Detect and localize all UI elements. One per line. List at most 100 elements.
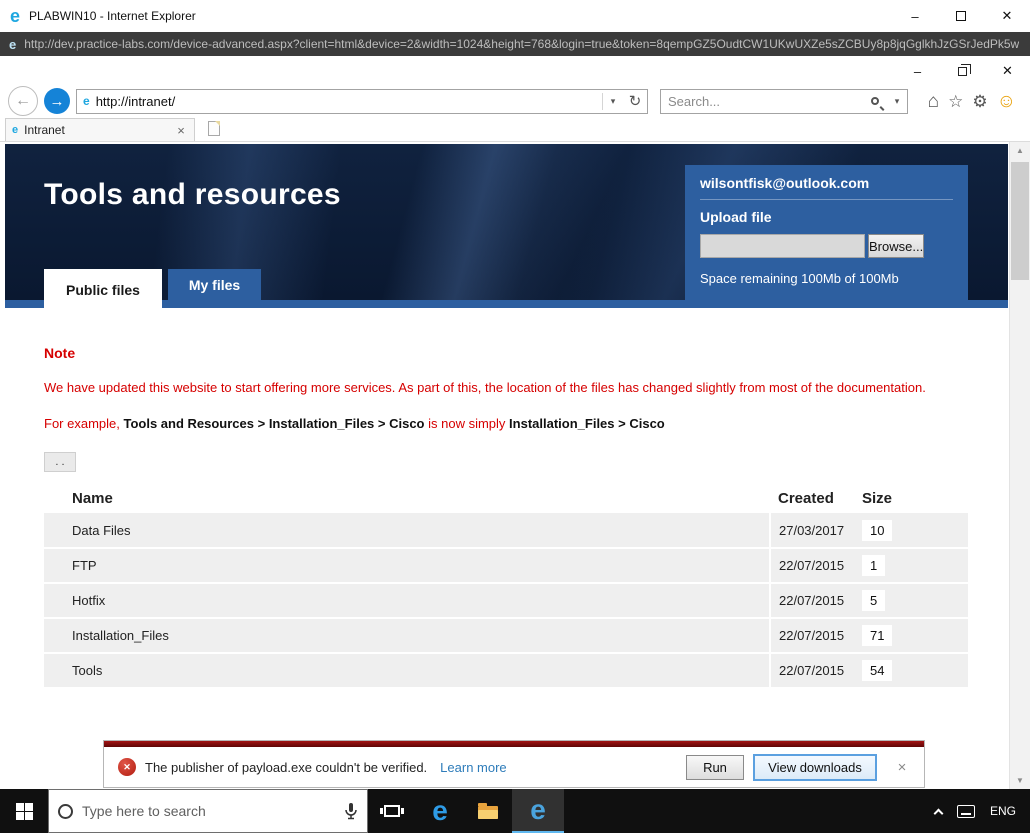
tab-public-files[interactable]: Public files xyxy=(44,269,162,310)
taskbar-search-input[interactable] xyxy=(82,803,335,819)
outer-close-button[interactable]: ✕ xyxy=(984,0,1030,32)
view-downloads-button[interactable]: View downloads xyxy=(753,753,877,781)
back-arrow-icon: ← xyxy=(15,92,31,109)
folder-created: 22/07/2015 xyxy=(770,583,854,619)
outer-maximize-button[interactable] xyxy=(938,0,984,32)
task-view-button[interactable] xyxy=(368,789,416,833)
address-dropdown-button[interactable]: ▾ xyxy=(603,90,623,113)
address-input[interactable] xyxy=(95,93,602,109)
outer-page-icon: e xyxy=(9,36,17,52)
size-badge: 5 xyxy=(862,590,886,611)
space-remaining-text: Space remaining 100Mb of 100Mb xyxy=(700,271,899,286)
cortana-icon xyxy=(58,803,73,819)
search-icon[interactable] xyxy=(871,97,879,105)
outer-window-controls: – ✕ xyxy=(892,0,1030,32)
column-header-name: Name xyxy=(44,483,770,513)
folder-name[interactable]: FTP xyxy=(44,548,771,584)
outer-window-title: PLABWIN10 - Internet Explorer xyxy=(29,9,196,23)
settings-gear-icon[interactable]: ⚙ xyxy=(972,93,987,110)
folder-name[interactable]: Data Files xyxy=(44,513,771,549)
learn-more-link[interactable]: Learn more xyxy=(440,760,506,775)
file-explorer-icon xyxy=(478,803,498,819)
taskbar-search-box[interactable] xyxy=(48,789,368,833)
feedback-smiley-icon[interactable]: ☺ xyxy=(997,92,1016,111)
tray-chevron-up-icon[interactable] xyxy=(933,808,944,818)
edge-icon: e xyxy=(432,795,448,826)
back-button[interactable]: ← xyxy=(8,86,38,116)
folder-created: 22/07/2015 xyxy=(770,548,854,584)
browse-button[interactable]: Browse... xyxy=(868,234,925,258)
tab-intranet[interactable]: e Intranet × xyxy=(5,118,195,141)
address-bar[interactable]: e ▾ ↻ xyxy=(76,88,648,114)
microphone-icon[interactable] xyxy=(344,802,358,820)
note-heading: Note xyxy=(44,345,76,361)
table-row[interactable]: Tools 22/07/2015 54 xyxy=(44,653,968,689)
vertical-scrollbar[interactable]: ▲ ▼ xyxy=(1009,142,1030,789)
new-tab-button[interactable] xyxy=(200,116,228,141)
search-box[interactable]: ▾ xyxy=(660,88,908,114)
internet-explorer-icon: e xyxy=(530,794,546,825)
scrollbar-up-arrow[interactable]: ▲ xyxy=(1010,142,1030,159)
upload-file-input[interactable] xyxy=(700,234,865,258)
size-badge: 1 xyxy=(862,555,886,576)
size-badge: 71 xyxy=(862,625,893,646)
folder-name[interactable]: Tools xyxy=(44,653,771,689)
intranet-page: Tools and resources wilsontfisk@outlook.… xyxy=(0,142,1009,789)
tab-title: Intranet xyxy=(24,123,65,137)
tab-my-files[interactable]: My files xyxy=(168,269,261,300)
outer-minimize-button[interactable]: – xyxy=(892,0,938,32)
forward-button[interactable]: → xyxy=(44,88,70,114)
refresh-button[interactable]: ↻ xyxy=(623,90,647,113)
outer-address-bar[interactable]: e http://dev.practice-labs.com/device-ad… xyxy=(0,32,1030,56)
download-warning-message: The publisher of payload.exe couldn't be… xyxy=(145,759,428,775)
size-badge: 10 xyxy=(862,519,893,541)
upload-file-row: Browse... xyxy=(700,234,925,258)
table-row[interactable]: Data Files 27/03/2017 10 xyxy=(44,513,968,549)
folder-size-cell: 5 xyxy=(854,583,968,619)
inner-close-button[interactable]: ✕ xyxy=(985,56,1030,86)
tab-close-icon[interactable]: × xyxy=(174,123,188,138)
outer-url-text: http://dev.practice-labs.com/device-adva… xyxy=(24,37,1020,51)
search-input[interactable] xyxy=(661,93,871,109)
touch-keyboard-icon[interactable] xyxy=(956,804,975,818)
forward-arrow-icon: → xyxy=(49,92,65,110)
table-row[interactable]: Hotfix 22/07/2015 5 xyxy=(44,583,968,619)
taskbar-file-explorer-button[interactable] xyxy=(464,789,512,833)
parent-directory-button[interactable]: . . xyxy=(44,452,76,472)
notification-close-icon[interactable]: × xyxy=(894,759,910,776)
column-header-created: Created xyxy=(770,483,854,513)
language-indicator[interactable]: ENG xyxy=(990,804,1016,818)
scrollbar-thumb[interactable] xyxy=(1011,162,1029,280)
favorites-star-icon[interactable]: ☆ xyxy=(948,93,963,110)
search-dropdown-button[interactable]: ▾ xyxy=(887,90,907,113)
browser-tab-bar: e Intranet × xyxy=(0,116,1030,142)
note-example-path-old: Tools and Resources > Installation_Files… xyxy=(123,416,425,431)
table-row[interactable]: FTP 22/07/2015 1 xyxy=(44,548,968,584)
restore-icon xyxy=(958,63,971,76)
run-button[interactable]: Run xyxy=(686,754,744,780)
note-paragraph: We have updated this website to start of… xyxy=(44,380,926,395)
page-title: Tools and resources xyxy=(44,178,341,211)
note-example-red-1: For example, xyxy=(44,416,124,431)
note-example-path-new: Installation_Files > Cisco xyxy=(509,416,665,431)
inner-minimize-button[interactable]: – xyxy=(895,56,940,86)
folder-created: 22/07/2015 xyxy=(770,618,854,654)
taskbar-edge-button[interactable]: e xyxy=(416,789,464,833)
windows-logo-icon xyxy=(15,802,33,820)
browser-viewport: Tools and resources wilsontfisk@outlook.… xyxy=(0,142,1030,789)
home-icon[interactable]: ⌂ xyxy=(928,92,939,111)
outer-window-titlebar: e PLABWIN10 - Internet Explorer – ✕ xyxy=(0,0,1030,32)
folder-size-cell: 10 xyxy=(854,513,968,549)
inner-restore-button[interactable] xyxy=(940,56,985,86)
folder-size-cell: 54 xyxy=(854,653,968,689)
windows-taskbar: e e ENG xyxy=(0,789,1030,833)
folder-name[interactable]: Installation_Files xyxy=(44,618,771,654)
table-row[interactable]: Installation_Files 22/07/2015 71 xyxy=(44,618,968,654)
start-button[interactable] xyxy=(0,789,48,833)
notification-content: ✕ The publisher of payload.exe couldn't … xyxy=(104,747,924,787)
scrollbar-down-arrow[interactable]: ▼ xyxy=(1010,772,1030,789)
folder-name[interactable]: Hotfix xyxy=(44,583,771,619)
security-shield-icon: ✕ xyxy=(118,758,136,776)
inner-window-controls: – ✕ xyxy=(0,56,1030,86)
taskbar-internet-explorer-button[interactable]: e xyxy=(512,789,564,833)
